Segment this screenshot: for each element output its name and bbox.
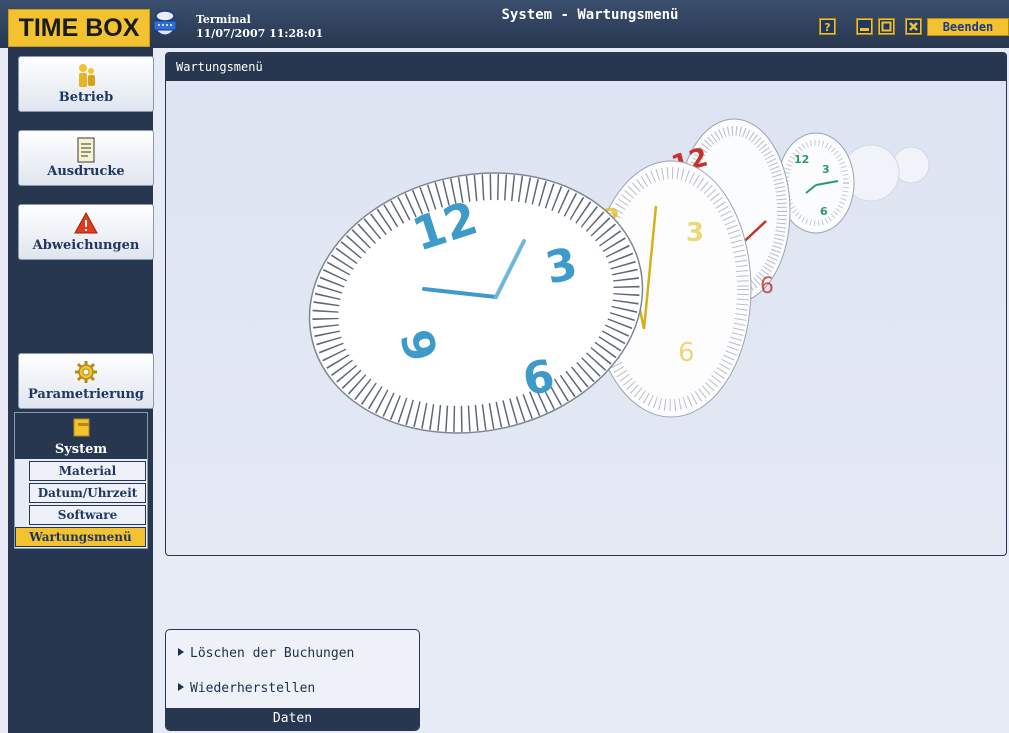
panel-header: Wartungsmenü [166,53,1006,81]
folder-icon [73,417,91,441]
app-logo: TIME BOX [8,9,150,47]
sidebar-item-label: Abweichungen [32,238,140,253]
svg-text:?: ? [824,21,830,34]
clock-numeral: 3 [686,218,704,248]
sub-item-wartungsmenu[interactable]: Wartungsmenü [15,527,146,547]
minimize-button[interactable] [856,18,873,35]
sidebar-item-parametrierung[interactable]: Parametrierung [18,353,154,409]
terminal-name: Terminal [196,13,251,26]
question-icon: ? [820,19,835,34]
clock-numeral: 6 [678,338,695,368]
sidebar-item-ausdrucke[interactable]: Ausdrucke [18,130,154,186]
close-icon [906,19,921,34]
system-menu: System Material Datum/Uhrzeit Software W… [14,412,148,549]
sidebar-item-label: Parametrierung [27,387,145,402]
close-button[interactable] [905,18,922,35]
sub-item-software[interactable]: Software [29,505,146,525]
maximize-icon [879,19,894,34]
clock-numeral: 6 [760,274,774,299]
data-actions-box: Löschen der Buchungen Wiederherstellen D… [165,629,420,731]
title-bar: TIME BOX Terminal 11/07/2007 11:28:01 Sy… [0,0,1009,48]
sidebar-item-label: System [54,442,108,457]
maximize-button[interactable] [878,18,895,35]
action-label: Wiederherstellen [190,681,316,696]
clock-numeral: 6 [820,205,828,218]
sub-item-datum-uhrzeit[interactable]: Datum/Uhrzeit [29,483,146,503]
sidebar: Betrieb Ausdrucke Abweichungen Parametri… [8,48,154,733]
restore-link[interactable]: Wiederherstellen [178,681,315,696]
quit-button[interactable]: Beenden [927,18,1009,36]
app-window: TIME BOX Terminal 11/07/2007 11:28:01 Sy… [0,0,1009,733]
sidebar-item-label: Betrieb [58,90,114,105]
triangle-right-icon [178,648,184,656]
clock-numeral: 12 [794,153,809,166]
action-label: Löschen der Buchungen [190,646,355,661]
terminal-icon [152,10,178,40]
panel-title: Wartungsmenü [176,60,263,74]
gear-icon [74,360,98,388]
clock-numeral: 3 [822,163,830,176]
delete-bookings-link[interactable]: Löschen der Buchungen [178,646,354,661]
people-icon [75,63,97,93]
sub-item-material[interactable]: Material [29,461,146,481]
sidebar-item-label: Ausdrucke [47,164,125,179]
main-panel: Wartungsmenü 12 3 6 12 6 3 6 12 3 6 9 [165,52,1007,556]
minimize-icon [857,19,872,34]
terminal-datetime: 11/07/2007 11:28:01 [196,27,324,40]
actions-footer: Daten [166,708,419,730]
triangle-right-icon [178,683,184,691]
window-title: System - Wartungsmenü [501,7,679,23]
sidebar-item-system[interactable]: System [15,413,147,459]
sidebar-item-abweichungen[interactable]: Abweichungen [18,204,154,260]
sidebar-item-betrieb[interactable]: Betrieb [18,56,154,112]
clocks-illustration: 12 3 6 12 6 12 3 6 [308,118,930,434]
help-button[interactable]: ? [819,18,836,35]
document-icon [77,137,95,167]
warning-icon [74,211,98,239]
